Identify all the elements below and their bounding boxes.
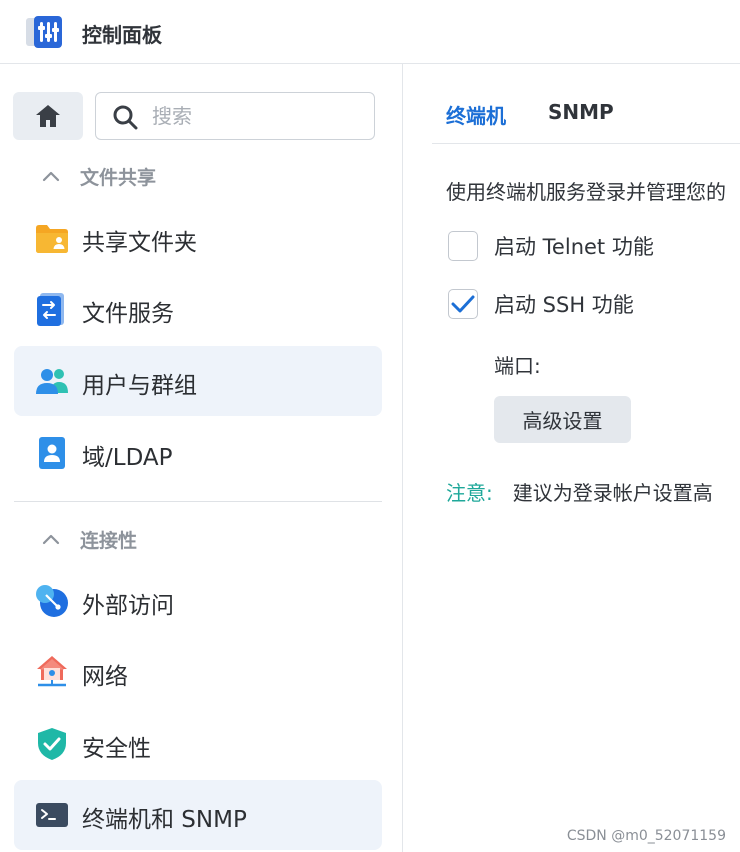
network-icon <box>37 656 67 687</box>
telnet-checkbox-label: 启动 Telnet 功能 <box>494 235 654 259</box>
telnet-checkbox[interactable] <box>448 231 478 261</box>
security-shield-icon <box>38 728 66 760</box>
app-title: 控制面板 <box>82 23 162 47</box>
sidebar-item-label: 外部访问 <box>82 593 174 619</box>
control-panel-icon <box>26 16 62 48</box>
port-label: 端口: <box>494 354 541 378</box>
search-icon <box>113 105 138 130</box>
sidebar: 文件共享 共享文件夹 文件服务 <box>0 64 403 852</box>
chevron-up-icon <box>42 534 60 545</box>
terminal-description: 使用终端机服务登录并管理您的 <box>446 180 726 204</box>
external-access-icon <box>36 585 68 617</box>
domain-ldap-icon <box>39 437 65 469</box>
checkmark-icon <box>451 295 475 313</box>
telnet-option[interactable]: 启动 Telnet 功能 <box>448 230 654 262</box>
terminal-icon <box>36 803 68 827</box>
note-label: 注意: <box>446 481 493 505</box>
search-input[interactable] <box>152 101 362 131</box>
sidebar-item-user-group[interactable]: 用户与群组 <box>14 346 382 416</box>
note: 注意: 建议为登录帐户设置高 <box>446 477 713 506</box>
tab-bar: 终端机 SNMP <box>432 64 740 144</box>
sidebar-item-label: 终端机和 SNMP <box>82 807 247 833</box>
tab-snmp[interactable]: SNMP <box>548 100 614 124</box>
ssh-checkbox-label: 启动 SSH 功能 <box>494 293 634 317</box>
sidebar-item-label: 域/LDAP <box>82 445 173 471</box>
advanced-settings-button[interactable]: 高级设置 <box>494 396 631 443</box>
sidebar-item-label: 用户与群组 <box>82 373 197 399</box>
group-header-connectivity[interactable]: 连接性 <box>40 524 137 554</box>
sidebar-item-shared-folder[interactable]: 共享文件夹 <box>14 203 382 273</box>
sidebar-item-network[interactable]: 网络 <box>14 637 382 707</box>
sidebar-divider <box>14 501 382 502</box>
main-panel: 终端机 SNMP 使用终端机服务登录并管理您的 启动 Telnet 功能 启动 … <box>404 64 740 852</box>
ssh-option[interactable]: 启动 SSH 功能 <box>448 288 634 320</box>
sidebar-item-file-services[interactable]: 文件服务 <box>14 274 382 344</box>
sidebar-item-terminal-snmp[interactable]: 终端机和 SNMP <box>14 780 382 850</box>
ssh-checkbox[interactable] <box>448 289 478 319</box>
group-header-file-sharing[interactable]: 文件共享 <box>40 161 156 191</box>
group-label: 文件共享 <box>80 166 157 189</box>
watermark: CSDN @m0_52071159 <box>566 828 726 844</box>
search-box[interactable] <box>95 92 375 140</box>
sidebar-item-label: 文件服务 <box>82 301 174 327</box>
chevron-up-icon <box>42 171 60 182</box>
file-services-icon <box>37 293 64 326</box>
home-icon <box>36 105 60 127</box>
sidebar-item-external-access[interactable]: 外部访问 <box>14 566 382 636</box>
sidebar-item-label: 网络 <box>82 664 128 690</box>
title-bar: 控制面板 <box>0 0 740 64</box>
note-text: 建议为登录帐户设置高 <box>512 481 713 505</box>
sidebar-item-security[interactable]: 安全性 <box>14 709 382 779</box>
tab-terminal[interactable]: 终端机 <box>446 100 506 129</box>
group-label: 连接性 <box>80 529 138 552</box>
sidebar-item-domain-ldap[interactable]: 域/LDAP <box>14 418 382 488</box>
control-panel-window: 控制面板 文件共享 <box>0 0 740 852</box>
home-button[interactable] <box>13 92 83 140</box>
sidebar-item-label: 共享文件夹 <box>82 230 197 256</box>
shared-folder-icon <box>36 225 68 253</box>
sidebar-item-label: 安全性 <box>82 736 151 762</box>
user-group-icon <box>36 369 68 394</box>
